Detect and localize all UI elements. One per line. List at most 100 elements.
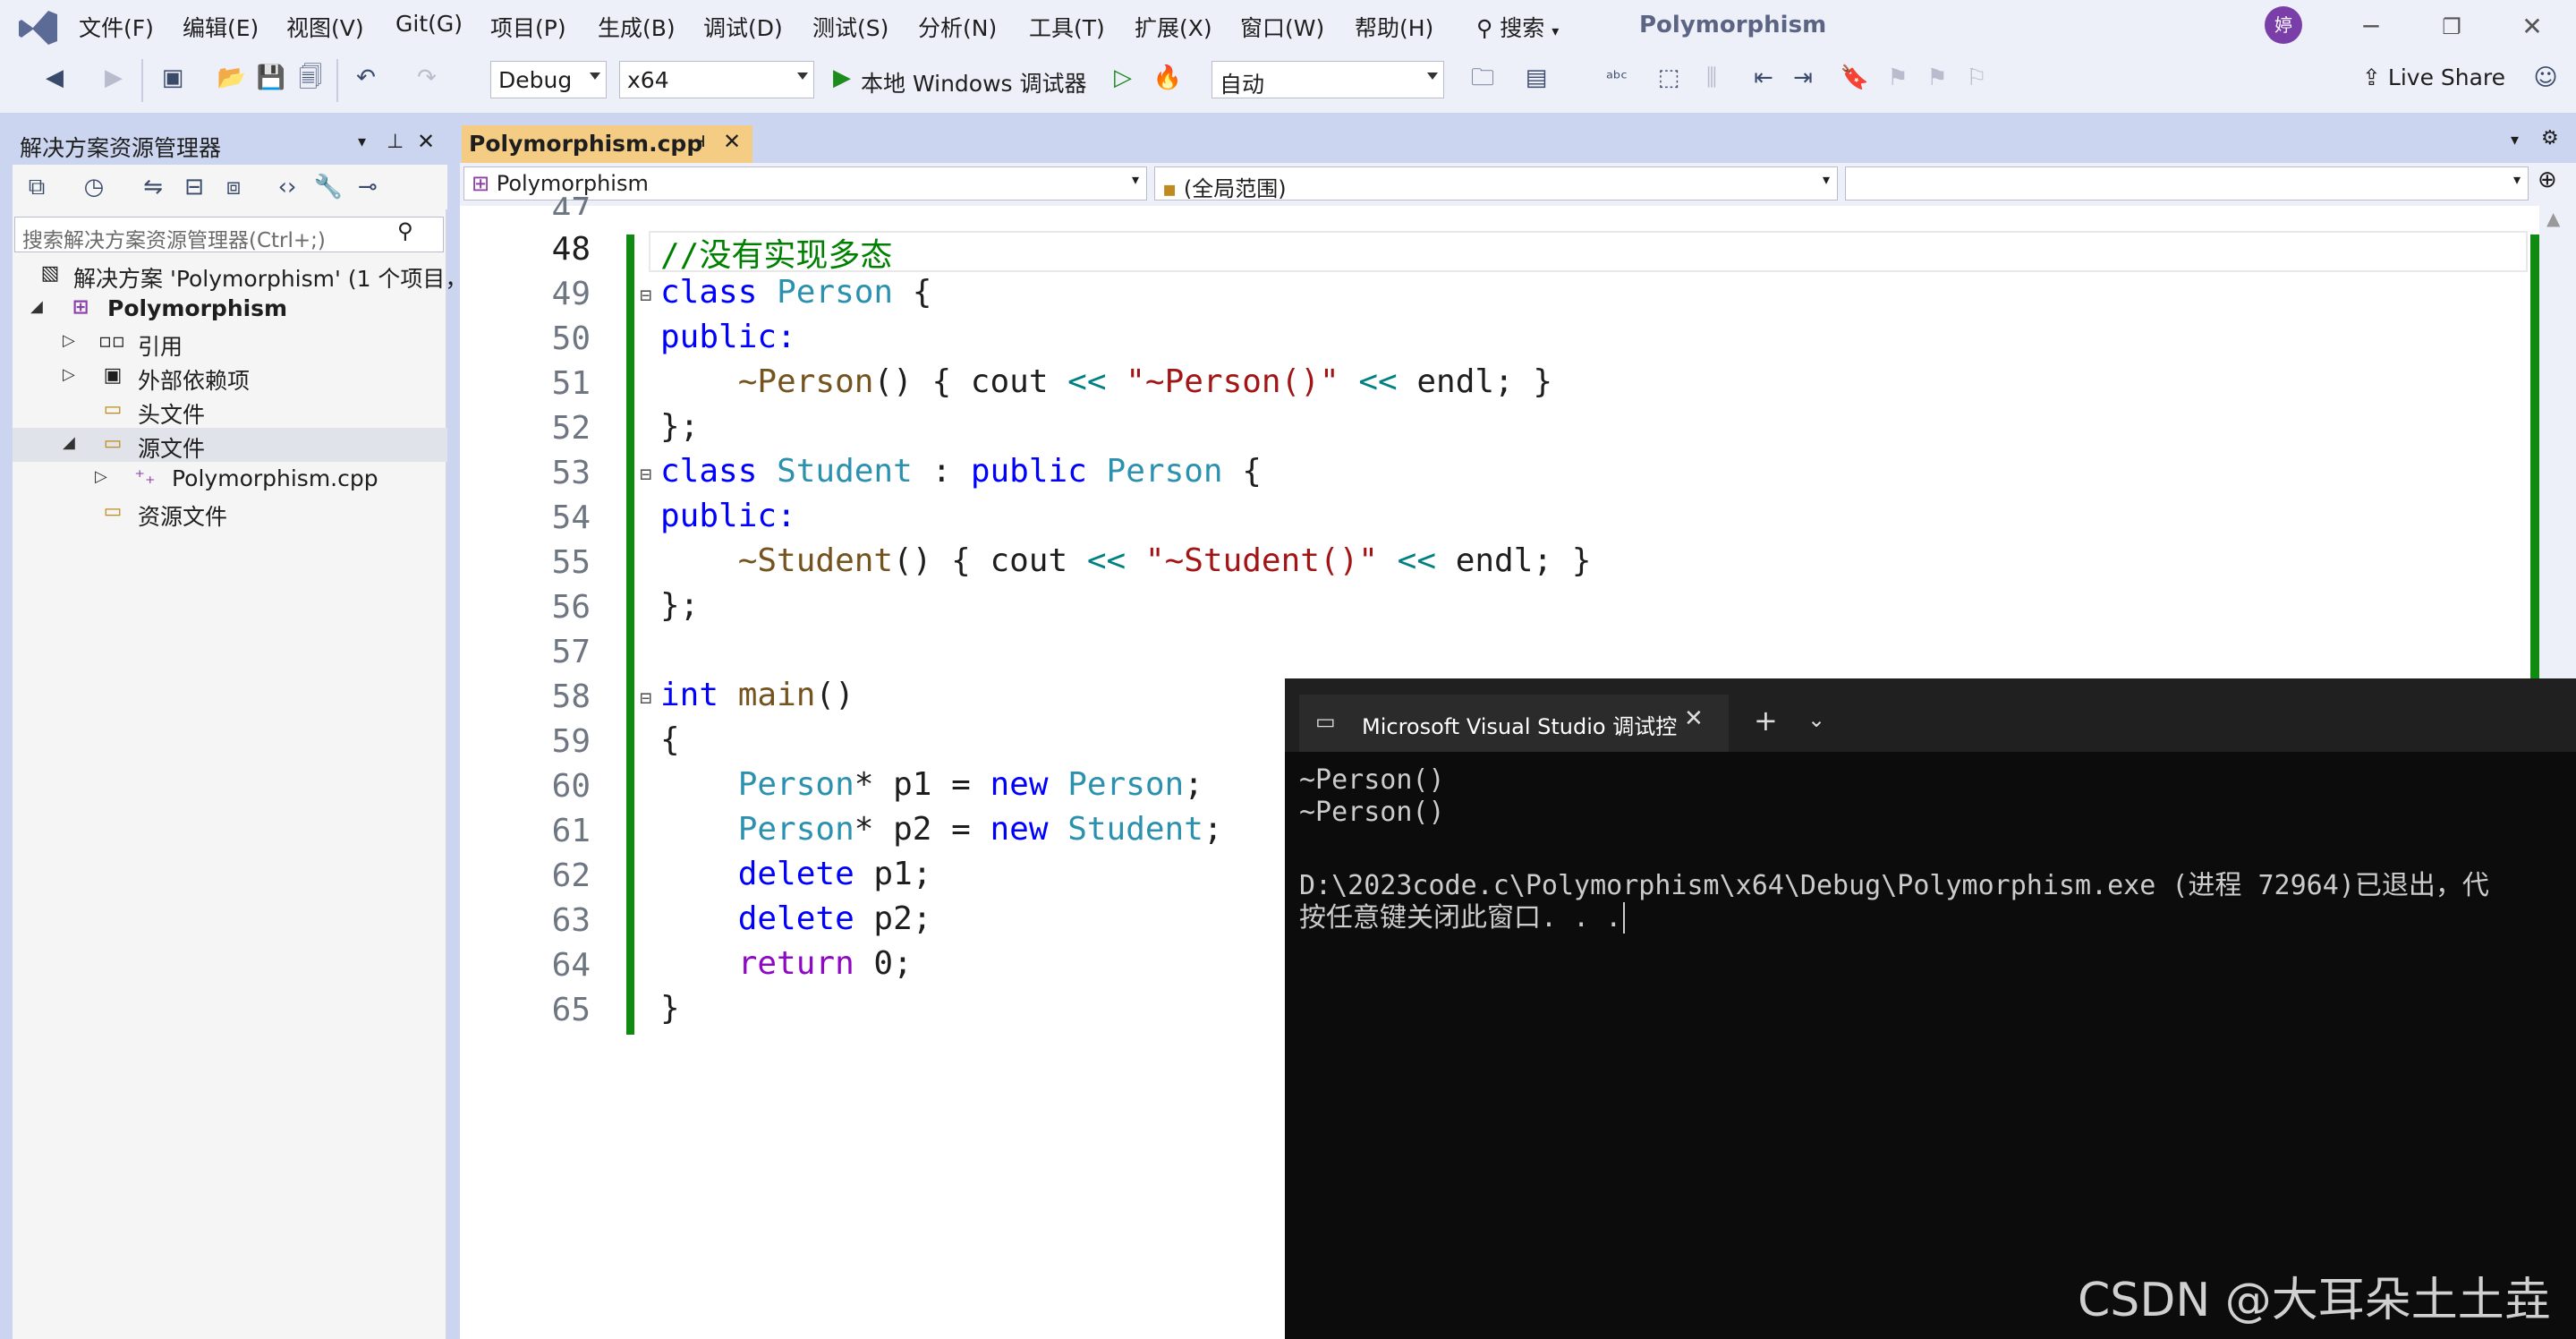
menu-tools[interactable]: 工具(T) xyxy=(1029,11,1105,43)
spell-check-icon[interactable]: ᵃᵇᶜ xyxy=(1602,63,1632,93)
nav-member-combo[interactable]: ▾ xyxy=(1845,166,2529,200)
panel-close-icon[interactable]: ✕ xyxy=(417,129,435,154)
save-icon[interactable]: 💾 xyxy=(256,63,286,93)
avatar[interactable]: 婷 xyxy=(2265,6,2302,44)
code-line[interactable]: public: xyxy=(660,498,796,534)
code-line[interactable]: Person* p2 = new Student; xyxy=(660,811,1223,848)
back-icon[interactable]: ◀ xyxy=(39,63,70,93)
code-line[interactable]: class Person { xyxy=(660,274,931,311)
panel-menu-icon[interactable]: ▾ xyxy=(358,132,366,151)
close-icon[interactable]: ✕ xyxy=(1684,705,1704,732)
tree-item-references[interactable]: ▷ ▫▫ 引用 xyxy=(13,326,447,360)
code-line[interactable]: int main() xyxy=(660,677,854,713)
solution-explorer-search-input[interactable]: 搜索解决方案资源管理器(Ctrl+;) xyxy=(14,217,444,252)
code-view-icon[interactable]: ‹› xyxy=(272,172,302,202)
expand-icon[interactable]: ▷ xyxy=(63,365,75,384)
outdent-icon[interactable]: ⇤ xyxy=(1748,63,1779,93)
show-all-files-icon[interactable]: ⧈ xyxy=(218,172,249,202)
code-line[interactable]: ~Person() { cout << "~Person()" << endl;… xyxy=(660,363,1552,400)
menu-edit[interactable]: 编辑(E) xyxy=(183,11,259,43)
redo-icon[interactable]: ↷ xyxy=(412,63,442,93)
fold-collapse-icon[interactable]: ⊟ xyxy=(640,464,651,486)
code-line[interactable]: } xyxy=(660,990,680,1027)
auto-combo[interactable]: 自动 xyxy=(1211,61,1444,98)
visual-studio-logo-icon[interactable] xyxy=(16,7,61,48)
code-line[interactable]: { xyxy=(660,721,680,758)
tab-polymorphism-cpp[interactable]: Polymorphism.cpp ⊣ ✕ xyxy=(462,125,752,163)
solution-folder-icon[interactable]: 🗀 xyxy=(1467,63,1498,93)
prev-bookmark-icon[interactable]: ⚑ xyxy=(1883,63,1913,93)
feedback-icon[interactable]: ☺ xyxy=(2530,63,2561,93)
collapse-all-icon[interactable]: ⊟ xyxy=(179,172,209,202)
expand-icon[interactable]: ▷ xyxy=(63,331,75,350)
start-without-debug-icon[interactable]: ▷ xyxy=(1108,63,1138,93)
forward-icon[interactable]: ▶ xyxy=(98,63,129,93)
live-share-button[interactable]: ⇪ Live Share xyxy=(2362,64,2505,90)
preview-icon[interactable]: ⊸ xyxy=(353,172,383,202)
menu-git[interactable]: Git(G) xyxy=(395,11,463,37)
code-line[interactable]: return 0; xyxy=(660,945,913,982)
layout-icon[interactable]: ▤ xyxy=(1521,63,1552,93)
chevron-down-icon[interactable]: ⌄ xyxy=(1807,707,1825,732)
minimize-button[interactable]: ─ xyxy=(2351,7,2391,47)
code-line[interactable]: ~Student() { cout << "~Student()" << end… xyxy=(660,542,1592,579)
save-all-icon[interactable]: 🗐 xyxy=(295,63,326,93)
pin-tab-icon[interactable]: ⊣ xyxy=(691,132,705,151)
expand-icon[interactable]: ▷ xyxy=(95,467,107,486)
menu-window[interactable]: 窗口(W) xyxy=(1240,11,1324,43)
menu-analyze[interactable]: 分析(N) xyxy=(918,11,997,43)
menu-view[interactable]: 视图(V) xyxy=(286,11,364,43)
split-editor-icon[interactable]: ⊕ xyxy=(2538,166,2557,193)
tree-item-solution[interactable]: ▧ 解决方案 'Polymorphism' (1 个项目，共 1 个) xyxy=(13,258,549,292)
open-file-icon[interactable]: 📂 xyxy=(217,63,247,93)
run-debugger-label[interactable]: 本地 Windows 调试器 xyxy=(861,66,1087,98)
collapse-icon[interactable]: ◢ xyxy=(30,297,43,316)
menu-extensions[interactable]: 扩展(X) xyxy=(1135,11,1212,43)
settings-gear-icon[interactable]: ⚙ xyxy=(2541,127,2559,149)
code-line[interactable]: public: xyxy=(660,319,796,355)
menu-build[interactable]: 生成(B) xyxy=(598,11,676,43)
console-tab[interactable]: ▭ Microsoft Visual Studio 调试控 ✕ xyxy=(1299,695,1729,752)
new-tab-icon[interactable]: + xyxy=(1754,704,1778,738)
close-button[interactable]: ✕ xyxy=(2512,7,2552,47)
search-button[interactable]: ⚲ 搜索 ▾ xyxy=(1476,11,1559,43)
tree-item-resource-files[interactable]: ▭ 资源文件 xyxy=(13,496,447,530)
tree-item-source-files[interactable]: ◢ ▭ 源文件 xyxy=(13,428,447,462)
history-icon[interactable]: ◷ xyxy=(79,172,109,202)
debug-console-window[interactable] xyxy=(1285,678,2576,1339)
config-combo[interactable]: Debug xyxy=(490,61,607,98)
properties-icon[interactable]: 🔧 xyxy=(313,172,344,202)
code-line[interactable]: delete p2; xyxy=(660,900,932,937)
bookmark-icon[interactable]: 🔖 xyxy=(1840,63,1870,93)
collapse-icon[interactable]: ◢ xyxy=(63,433,75,452)
tree-item-external-deps[interactable]: ▷ ▣ 外部依赖项 xyxy=(13,360,447,394)
hot-reload-icon[interactable]: 🔥 xyxy=(1152,63,1183,93)
menu-file[interactable]: 文件(F) xyxy=(79,11,154,43)
fold-collapse-icon[interactable]: ⊟ xyxy=(640,687,651,710)
platform-combo[interactable]: x64 xyxy=(619,61,814,98)
code-line[interactable]: }; xyxy=(660,408,699,445)
code-line[interactable]: Person* p1 = new Person; xyxy=(660,766,1203,803)
menu-help[interactable]: 帮助(H) xyxy=(1355,11,1433,43)
code-line[interactable]: //没有实现多态 xyxy=(660,229,892,276)
tree-item-header-files[interactable]: ▭ 头文件 xyxy=(13,394,447,428)
menu-project[interactable]: 项目(P) xyxy=(490,11,566,43)
menu-debug[interactable]: 调试(D) xyxy=(703,11,783,43)
next-bookmark-icon[interactable]: ⚑ xyxy=(1922,63,1952,93)
menu-test[interactable]: 测试(S) xyxy=(812,11,888,43)
close-tab-icon[interactable]: ✕ xyxy=(723,129,741,154)
scroll-up-icon[interactable]: ▲ xyxy=(2546,208,2560,229)
new-project-icon[interactable]: ▣ xyxy=(157,63,188,93)
start-debug-icon[interactable]: ▶ xyxy=(827,63,857,93)
undo-icon[interactable]: ↶ xyxy=(351,63,381,93)
sync-icon[interactable]: ⇋ xyxy=(138,172,168,202)
pin-icon[interactable]: ⊥ xyxy=(387,131,404,153)
tree-item-project[interactable]: ◢ ⊞ Polymorphism xyxy=(13,292,447,326)
code-line[interactable]: }; xyxy=(660,587,699,624)
code-line[interactable]: class Student : public Person { xyxy=(660,453,1262,490)
code-line[interactable]: delete p1; xyxy=(660,856,932,892)
select-icon[interactable]: ⬚ xyxy=(1654,63,1684,93)
switch-views-icon[interactable]: ⧉ xyxy=(21,172,52,202)
indent-icon[interactable]: ⇥ xyxy=(1788,63,1818,93)
align-icon[interactable]: ⫼ xyxy=(1696,63,1727,93)
